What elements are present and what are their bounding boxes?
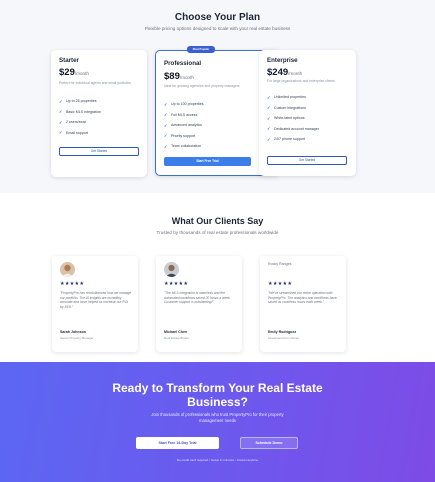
feature-item: ✓ Dedicated account manager — [267, 126, 319, 132]
plan-description: For large organizations and enterprise c… — [267, 79, 335, 83]
testimonial-card: ★★★★★ "PropertyPro has revolutionized ho… — [52, 256, 138, 352]
start-free-trial-button[interactable]: Start Free Trial — [164, 157, 251, 166]
feature-item: ✓ Custom integrations — [267, 105, 306, 111]
cta-note: No credit card required • Setup in minut… — [176, 458, 259, 462]
check-icon: ✓ — [164, 143, 168, 149]
testimonial-quote: "We've streamlined our entire operation … — [268, 291, 337, 304]
feature-item: ✓ Advanced analytics — [164, 122, 202, 128]
check-icon: ✓ — [59, 109, 63, 115]
feature-item: ✓ Up to 100 properties — [164, 101, 204, 107]
testimonial-name: Emily Rodriguez — [268, 330, 297, 334]
check-icon: ✓ — [267, 94, 271, 100]
feature-list: ✓ Up to 25 properties ✓ Basic MLS integrat… — [59, 96, 101, 138]
check-icon: ✓ — [59, 119, 63, 125]
testimonial-name: Michael Chen — [164, 330, 188, 334]
plan-name: Professional — [164, 60, 202, 67]
feature-item: ✓ Unlimited properties — [267, 94, 306, 100]
testimonial-role: Senior Property Manager — [60, 336, 94, 340]
plan-name: Enterprise — [267, 57, 298, 64]
get-started-button[interactable]: Get Started — [59, 147, 139, 156]
testimonial-quote: "PropertyPro has revolutionized how we m… — [60, 291, 132, 309]
check-icon: ✓ — [267, 126, 271, 132]
check-icon: ✓ — [59, 130, 63, 136]
feature-list: ✓ Unlimited properties ✓ Custom integratio… — [267, 92, 319, 145]
feature-item: ✓ Team collaboration — [164, 143, 202, 149]
check-icon: ✓ — [164, 133, 168, 139]
feature-item: ✓ Full MLS access — [164, 112, 198, 118]
testimonial-card: Rocky Ranges ★★★★★ "We've streamlined ou… — [260, 256, 346, 352]
feature-item: ✓ 2 users/seat — [59, 119, 86, 125]
check-icon: ✓ — [59, 98, 63, 104]
start-trial-button[interactable]: Start Free 14-Day Trial — [136, 437, 219, 449]
check-icon: ✓ — [267, 105, 271, 111]
feature-item: ✓ Up to 25 properties — [59, 98, 97, 104]
testimonial-card: ★★★★★ "The MLS integration is seamless a… — [156, 256, 242, 352]
feature-item: ✓ Basic MLS integration — [59, 109, 101, 115]
cta-title: Ready to Transform Your Real Estate Busi… — [112, 381, 323, 409]
avatar — [60, 262, 75, 277]
plan-description: Ideal for growing agencies and property … — [164, 84, 240, 88]
star-rating: ★★★★★ — [164, 281, 189, 287]
plan-price: $29/month — [59, 67, 89, 78]
plan-price: $249/month — [267, 67, 303, 78]
plan-description: Perfect for individual agents and small … — [59, 81, 131, 85]
feature-item: ✓ 24/7 phone support — [267, 136, 305, 142]
testimonial-quote: "The MLS integration is seamless and the… — [164, 291, 231, 304]
schedule-demo-button[interactable]: Schedule Demo — [240, 437, 298, 449]
feature-item: ✓ White-label options — [267, 115, 305, 121]
cta-subtitle: Join thousands of professionals who trus… — [151, 412, 284, 424]
testimonials-subtitle: Trusted by thousands of real estate prof… — [156, 230, 279, 235]
check-icon: ✓ — [164, 101, 168, 107]
pricing-title: Choose Your Plan — [174, 12, 261, 23]
star-rating: ★★★★★ — [60, 281, 85, 287]
plan-card-starter: Starter $29/month Perfect for individual… — [51, 50, 147, 177]
plan-card-enterprise: Enterprise $249/month For large organiza… — [259, 50, 356, 176]
check-icon: ✓ — [267, 115, 271, 121]
star-rating: ★★★★★ — [268, 281, 293, 287]
feature-item: ✓ Email support — [59, 130, 88, 136]
testimonial-name: Sarah Johnson — [60, 330, 86, 334]
avatar — [164, 262, 179, 277]
feature-item: ✓ Priority support — [164, 133, 196, 139]
feature-list: ✓ Up to 100 properties ✓ Full MLS access ✓… — [164, 99, 204, 152]
most-popular-badge: Most Popular — [187, 46, 215, 53]
check-icon: ✓ — [267, 136, 271, 142]
plan-price: $89/month — [164, 71, 194, 82]
pricing-subtitle: Flexible pricing options designed to sca… — [144, 26, 291, 31]
plan-name: Starter — [59, 57, 79, 64]
get-started-button[interactable]: Get Started — [267, 156, 347, 165]
check-icon: ✓ — [164, 112, 168, 118]
testimonial-role: Real Estate Broker — [164, 336, 190, 340]
check-icon: ✓ — [164, 122, 168, 128]
company-logo: Rocky Ranges — [268, 262, 292, 266]
testimonials-title: What Our Clients Say — [171, 216, 264, 226]
testimonial-role: Investment Firm Owner — [268, 336, 300, 340]
